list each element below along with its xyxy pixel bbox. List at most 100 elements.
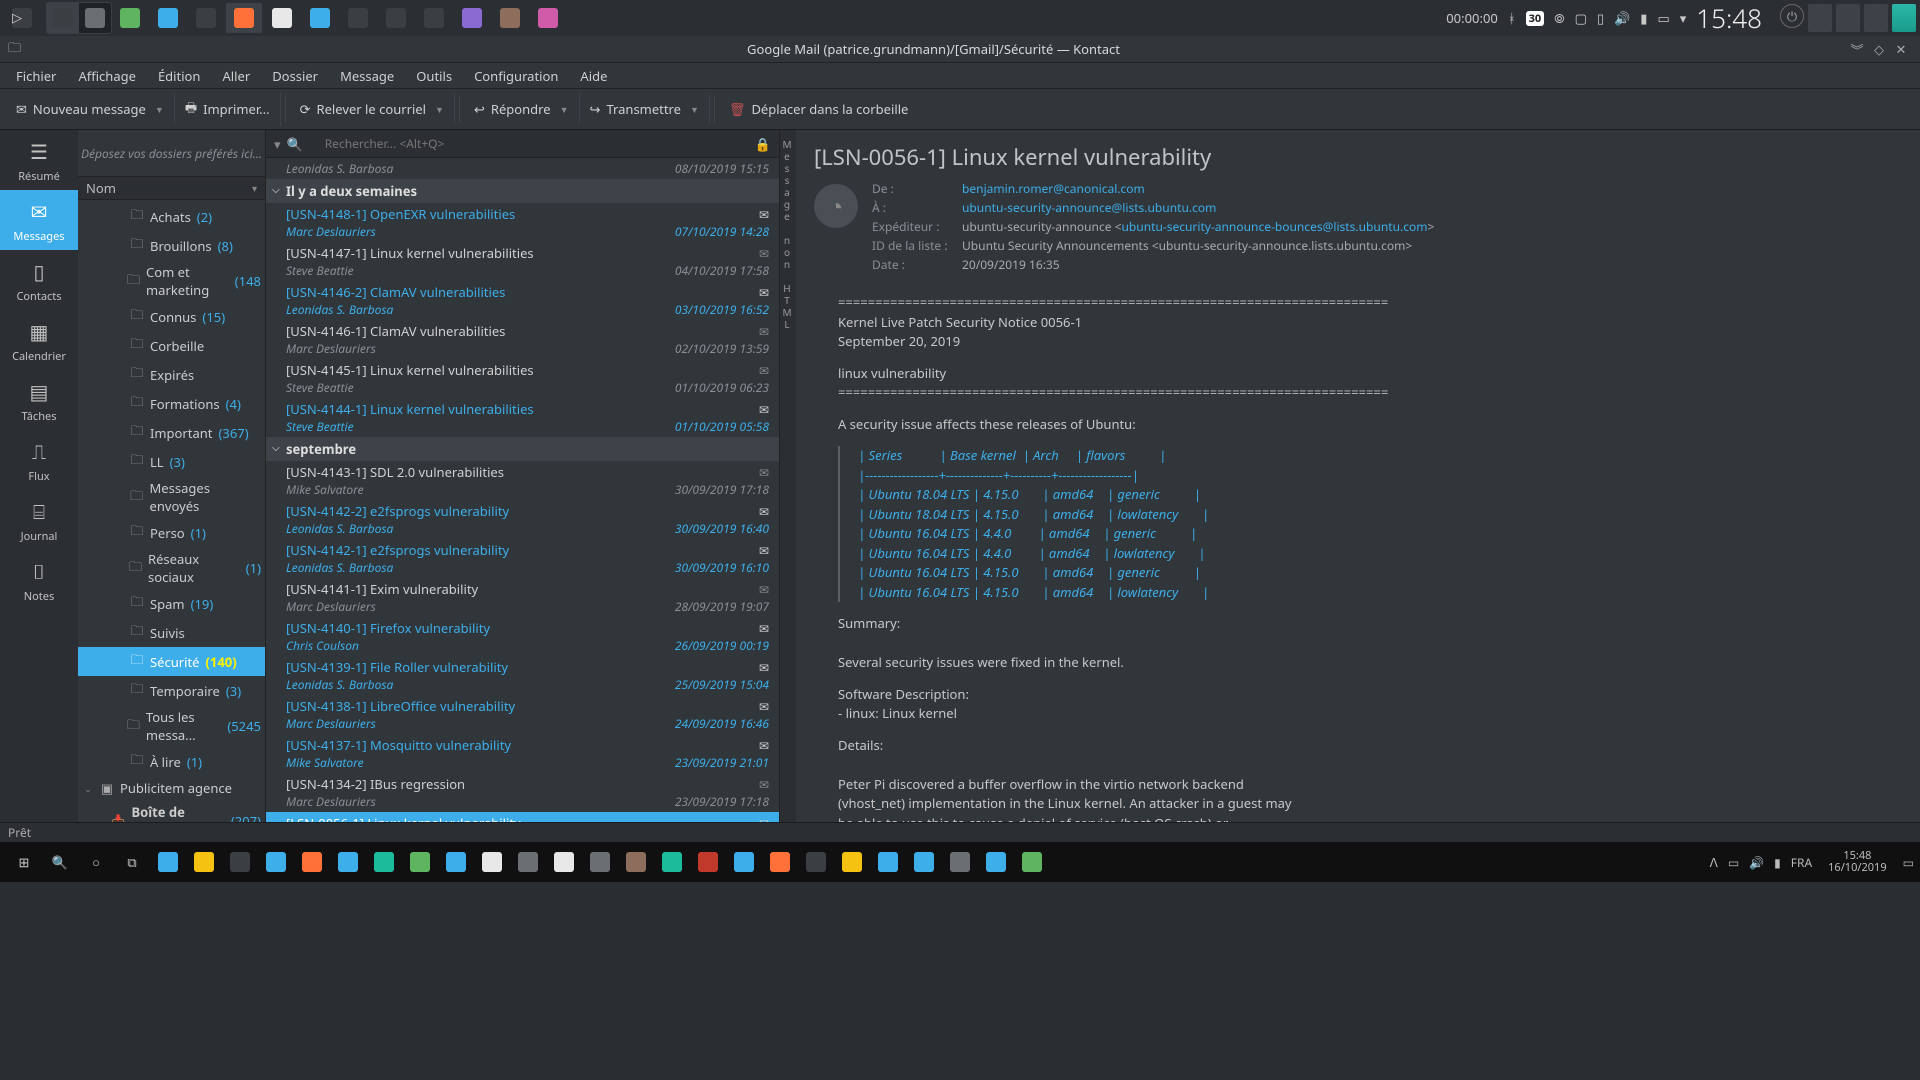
- folder-item[interactable]: 🗀Suivis: [78, 618, 265, 647]
- menu-dossier[interactable]: Dossier: [262, 64, 328, 88]
- tb-app-14[interactable]: [870, 844, 906, 880]
- value-from[interactable]: benjamin.romer@canonical.com: [962, 180, 1434, 197]
- message-group-header[interactable]: septembre: [266, 437, 779, 461]
- folder-item[interactable]: 🗀Com et marketing (148: [78, 260, 265, 302]
- tb-app-16[interactable]: [978, 844, 1014, 880]
- tray-logout-icon[interactable]: ⏻: [1780, 4, 1804, 28]
- taskbar-app-7[interactable]: [530, 3, 566, 33]
- folder-item[interactable]: 🗀Réseaux sociaux (1): [78, 547, 265, 589]
- preview-body[interactable]: ========================================…: [796, 281, 1920, 822]
- message-row[interactable]: [USN-4148-1] OpenEXR vulnerabilities✉Mar…: [266, 203, 779, 242]
- folder-item[interactable]: 🗀Corbeille: [78, 331, 265, 360]
- message-row[interactable]: [USN-4141-1] Exim vulnerability✉Marc Des…: [266, 578, 779, 617]
- folder-item[interactable]: 🗀Perso (1): [78, 518, 265, 547]
- preview-side-tab[interactable]: M e s s a g e n o n H T M L: [780, 130, 796, 822]
- panel-clock[interactable]: 15:48: [1696, 0, 1762, 36]
- taskbar-app-4[interactable]: [416, 3, 452, 33]
- message-row[interactable]: [USN-4143-1] SDL 2.0 vulnerabilities✉Mik…: [266, 461, 779, 500]
- activity-journal[interactable]: ⌸Journal: [0, 490, 78, 550]
- tb-app-4[interactable]: [366, 844, 402, 880]
- folder-item[interactable]: 🗀LL (3): [78, 447, 265, 476]
- tb-app-6[interactable]: [438, 844, 474, 880]
- folder-item[interactable]: 🗀Connus (15): [78, 302, 265, 331]
- taskbar-app-5[interactable]: [454, 3, 490, 33]
- tray-calendar-badge[interactable]: 30: [1526, 11, 1545, 26]
- menu-aide[interactable]: Aide: [570, 64, 617, 88]
- folder-item[interactable]: ⌄▣Publicitem agence: [78, 776, 265, 800]
- start-button[interactable]: ⊞: [6, 844, 42, 880]
- forward-button[interactable]: ↪Transmettre▼: [580, 94, 710, 124]
- task-view-button[interactable]: ⧉: [114, 844, 150, 880]
- search-input[interactable]: [325, 135, 749, 152]
- tray-battery-icon[interactable]: ▮: [1640, 9, 1647, 27]
- taskbar-telegram[interactable]: [302, 3, 338, 33]
- message-row[interactable]: [USN-4138-1] LibreOffice vulnerability✉M…: [266, 695, 779, 734]
- message-row[interactable]: [USN-4139-1] File Roller vulnerability✉L…: [266, 656, 779, 695]
- folder-item[interactable]: 🗀Messages envoyés: [78, 476, 265, 518]
- folder-item[interactable]: 🗀Spam (19): [78, 589, 265, 618]
- message-row[interactable]: [USN-4137-1] Mosquitto vulnerability✉Mik…: [266, 734, 779, 773]
- taskbar-konsole[interactable]: [188, 3, 224, 33]
- tray-net-icon[interactable]: ▭: [1728, 854, 1739, 871]
- tb-app-12[interactable]: [798, 844, 834, 880]
- window-titlebar[interactable]: 🗀 Google Mail (patrice.grundmann)/[Gmail…: [0, 36, 1920, 62]
- taskbar-app-1[interactable]: [112, 3, 148, 33]
- menu-aller[interactable]: Aller: [212, 64, 260, 88]
- desktop-pager-3[interactable]: [1864, 4, 1888, 32]
- tb-edge[interactable]: [330, 844, 366, 880]
- compose-button[interactable]: ✉Nouveau message▼: [6, 94, 175, 124]
- tb-app-17[interactable]: [1014, 844, 1050, 880]
- desktop-pager-1[interactable]: [1808, 4, 1832, 32]
- message-row[interactable]: [USN-4142-2] e2fsprogs vulnerability✉Leo…: [266, 500, 779, 539]
- tray-clipboard-icon[interactable]: ▯: [1597, 9, 1604, 27]
- tb-chrome[interactable]: [546, 844, 582, 880]
- message-row[interactable]: [USN-4142-1] e2fsprogs vulnerability✉Leo…: [266, 539, 779, 578]
- tray-display-icon[interactable]: ▢: [1575, 9, 1587, 27]
- menu-fichier[interactable]: Fichier: [6, 64, 66, 88]
- activity-résumé[interactable]: ☰Résumé: [0, 130, 78, 190]
- menu-message[interactable]: Message: [330, 64, 404, 88]
- search-button[interactable]: 🔍: [42, 844, 78, 880]
- activity-tâches[interactable]: ▤Tâches: [0, 370, 78, 430]
- tray-volume-icon[interactable]: 🔊: [1614, 9, 1630, 27]
- message-row[interactable]: [USN-4146-2] ClamAV vulnerabilities✉Leon…: [266, 281, 779, 320]
- message-row[interactable]: [USN-4140-1] Firefox vulnerability✉Chris…: [266, 617, 779, 656]
- task-1[interactable]: [47, 3, 79, 33]
- menu-affichage[interactable]: Affichage: [68, 64, 146, 88]
- menu-outils[interactable]: Outils: [406, 64, 462, 88]
- folder-item[interactable]: 🗀Brouillons (8): [78, 231, 265, 260]
- tb-app-5[interactable]: [402, 844, 438, 880]
- lock-icon[interactable]: 🔒: [755, 135, 771, 153]
- windows-clock[interactable]: 15:48 16/10/2019: [1828, 850, 1887, 874]
- tb-app-7[interactable]: [582, 844, 618, 880]
- tray-bat-icon[interactable]: ▮: [1774, 854, 1781, 871]
- tb-firefox[interactable]: [294, 844, 330, 880]
- task-2[interactable]: [79, 3, 111, 33]
- taskbar-firefox[interactable]: [226, 3, 262, 33]
- message-row[interactable]: [USN-4146-1] ClamAV vulnerabilities✉Marc…: [266, 320, 779, 359]
- folder-tree[interactable]: 🗀Achats (2)🗀Brouillons (8)🗀Com et market…: [78, 200, 265, 822]
- window-maximize-button[interactable]: ◇: [1868, 40, 1890, 58]
- tb-app-10[interactable]: [726, 844, 762, 880]
- tb-app-11[interactable]: [762, 844, 798, 880]
- taskbar-app-2[interactable]: [340, 3, 376, 33]
- taskbar-app-3[interactable]: [378, 3, 414, 33]
- trash-button[interactable]: 🗑Déplacer dans la corbeille: [719, 94, 918, 124]
- message-row[interactable]: [USN-4145-1] Linux kernel vulnerabilitie…: [266, 359, 779, 398]
- folder-column-header[interactable]: Nom: [78, 176, 265, 200]
- message-group-header[interactable]: Il y a deux semaines: [266, 179, 779, 203]
- tb-app-1[interactable]: [150, 844, 186, 880]
- folder-item[interactable]: 🗀Formations (4): [78, 389, 265, 418]
- activity-contacts[interactable]: ▯Contacts: [0, 250, 78, 310]
- tray-rss-icon[interactable]: ⦾: [1554, 9, 1564, 27]
- message-list[interactable]: Leonidas S. Barbosa 08/10/2019 15:15Il y…: [266, 158, 779, 822]
- folder-item[interactable]: 🗀Temporaire (3): [78, 676, 265, 705]
- kde-menu-button[interactable]: ▷: [4, 3, 40, 33]
- tray-lang[interactable]: FRA: [1791, 854, 1812, 871]
- tray-chevron[interactable]: ᐱ: [1710, 854, 1718, 871]
- taskbar-app-6[interactable]: [492, 3, 528, 33]
- taskbar-dolphin[interactable]: [150, 3, 186, 33]
- menu-configuration[interactable]: Configuration: [464, 64, 568, 88]
- cortana-button[interactable]: ○: [78, 844, 114, 880]
- tb-app-9[interactable]: [654, 844, 690, 880]
